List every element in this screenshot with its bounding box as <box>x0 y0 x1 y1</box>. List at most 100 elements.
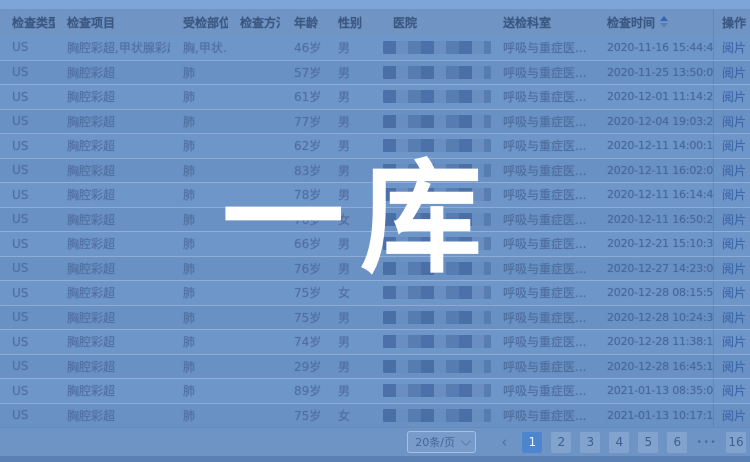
cell-age: 76岁 <box>280 257 324 281</box>
page-number-button[interactable]: 2 <box>551 432 571 453</box>
read-film-link[interactable]: 阅片 <box>722 284 746 301</box>
cell-gender: 女 <box>324 404 369 428</box>
cell-age: 62岁 <box>280 134 324 158</box>
last-page-button[interactable]: 16 <box>726 432 746 453</box>
read-film-link[interactable]: 阅片 <box>722 235 746 252</box>
cell-department: 呼吸与重症医... <box>500 159 603 183</box>
cell-age: 77岁 <box>280 110 324 134</box>
chevron-down-icon <box>461 436 471 446</box>
page-number-list: 1 2 3 4 5 6 <box>522 432 687 453</box>
cell-exam-time: 2020-12-27 14:23:04 <box>603 257 713 281</box>
read-film-link[interactable]: 阅片 <box>722 407 746 424</box>
cell-exam-type: US <box>0 183 55 207</box>
cell-gender: 男 <box>324 35 369 60</box>
page-size-select[interactable]: 20条/页 <box>407 431 476 453</box>
cell-exam-type: US <box>0 110 55 134</box>
header-exam-time-sortable[interactable]: 检查时间 <box>603 9 713 35</box>
cell-age: 29岁 <box>280 355 324 379</box>
top-strip <box>0 0 750 9</box>
cell-hospital <box>369 85 500 109</box>
hospital-redacted-block <box>383 262 491 275</box>
read-film-link[interactable]: 阅片 <box>722 260 746 277</box>
cell-gender: 男 <box>324 306 369 330</box>
cell-exam-method <box>228 85 280 109</box>
cell-hospital <box>369 281 500 305</box>
cell-age: 89岁 <box>280 379 324 403</box>
cell-action: 阅片 <box>713 208 750 232</box>
header-body-part: 受检部位 <box>170 9 228 35</box>
read-film-link[interactable]: 阅片 <box>722 137 746 154</box>
cell-department: 呼吸与重症医... <box>500 404 603 428</box>
cell-exam-type: US <box>0 330 55 354</box>
cell-exam-method <box>228 134 280 158</box>
cell-exam-type: US <box>0 306 55 330</box>
table-row: US 胸腔彩超 肺 75岁 女 呼吸与重症医... 2021-01-13 10:… <box>0 403 750 428</box>
table-row: US 胸腔彩超,甲状腺彩超 胸,甲状... 46岁 男 呼吸与重症医... 20… <box>0 35 750 60</box>
page-number-button[interactable]: 5 <box>638 432 658 453</box>
hospital-redacted-block <box>383 409 491 422</box>
cell-exam-method <box>228 281 280 305</box>
cell-exam-type: US <box>0 159 55 183</box>
cell-exam-time: 2020-12-28 11:38:11 <box>603 330 713 354</box>
read-film-link[interactable]: 阅片 <box>722 186 746 203</box>
hospital-redacted-block <box>383 335 491 348</box>
cell-hospital <box>369 257 500 281</box>
hospital-redacted-block <box>383 237 491 250</box>
read-film-link[interactable]: 阅片 <box>722 382 746 399</box>
cell-gender: 男 <box>324 110 369 134</box>
page-number-button[interactable]: 3 <box>580 432 600 453</box>
sort-icon[interactable] <box>660 16 668 28</box>
cell-action: 阅片 <box>713 379 750 403</box>
cell-exam-type: US <box>0 404 55 428</box>
cell-exam-method <box>228 330 280 354</box>
cell-body-part: 肺 <box>170 306 228 330</box>
cell-gender: 男 <box>324 355 369 379</box>
page-number-button[interactable]: 4 <box>609 432 629 453</box>
read-film-link[interactable]: 阅片 <box>722 162 746 179</box>
cell-gender: 男 <box>324 61 369 85</box>
header-exam-method: 检查方法 <box>228 9 280 35</box>
cell-exam-item: 胸腔彩超 <box>55 61 170 85</box>
header-age: 年龄 <box>280 9 324 35</box>
table-row: US 胸腔彩超 肺 61岁 男 呼吸与重症医... 2020-12-01 11:… <box>0 84 750 109</box>
cell-exam-item: 胸腔彩超 <box>55 159 170 183</box>
cell-body-part: 肺 <box>170 159 228 183</box>
cell-gender: 女 <box>324 281 369 305</box>
cell-exam-item: 胸腔彩超 <box>55 183 170 207</box>
cell-exam-item: 胸腔彩超 <box>55 306 170 330</box>
read-film-link[interactable]: 阅片 <box>722 39 746 56</box>
cell-exam-method <box>228 183 280 207</box>
read-film-link[interactable]: 阅片 <box>722 309 746 326</box>
cell-department: 呼吸与重症医... <box>500 330 603 354</box>
cell-action: 阅片 <box>713 85 750 109</box>
pagination-bar: 20条/页 ‹ 1 2 3 4 5 6 ••• 16 <box>0 427 750 462</box>
table-body: US 胸腔彩超,甲状腺彩超 胸,甲状... 46岁 男 呼吸与重症医... 20… <box>0 35 750 427</box>
table-row: US 胸腔彩超 肺 75岁 女 呼吸与重症医... 2020-12-28 08:… <box>0 280 750 305</box>
cell-exam-type: US <box>0 208 55 232</box>
page-number-button[interactable]: 1 <box>522 432 542 453</box>
table-row: US 胸腔彩超 肺 62岁 男 呼吸与重症医... 2020-12-11 14:… <box>0 133 750 158</box>
cell-exam-method <box>228 306 280 330</box>
table-row: US 胸腔彩超 肺 57岁 男 呼吸与重症医... 2020-11-25 13:… <box>0 60 750 85</box>
cell-exam-method <box>228 379 280 403</box>
page-number-button[interactable]: 6 <box>667 432 687 453</box>
cell-exam-type: US <box>0 85 55 109</box>
cell-age: 66岁 <box>280 232 324 256</box>
read-film-link[interactable]: 阅片 <box>722 64 746 81</box>
read-film-link[interactable]: 阅片 <box>722 358 746 375</box>
read-film-link[interactable]: 阅片 <box>722 113 746 130</box>
cell-action: 阅片 <box>713 281 750 305</box>
cell-action: 阅片 <box>713 257 750 281</box>
cell-exam-time: 2020-12-11 16:14:49 <box>603 183 713 207</box>
cell-exam-item: 胸腔彩超 <box>55 85 170 109</box>
prev-page-button[interactable]: ‹ <box>495 432 513 453</box>
read-film-link[interactable]: 阅片 <box>722 211 746 228</box>
read-film-link[interactable]: 阅片 <box>722 333 746 350</box>
cell-gender: 男 <box>324 183 369 207</box>
cell-body-part: 肺 <box>170 183 228 207</box>
cell-department: 呼吸与重症医... <box>500 232 603 256</box>
read-film-link[interactable]: 阅片 <box>722 88 746 105</box>
more-pages-ellipsis[interactable]: ••• <box>696 437 717 448</box>
cell-exam-item: 胸腔彩超 <box>55 208 170 232</box>
cell-action: 阅片 <box>713 134 750 158</box>
